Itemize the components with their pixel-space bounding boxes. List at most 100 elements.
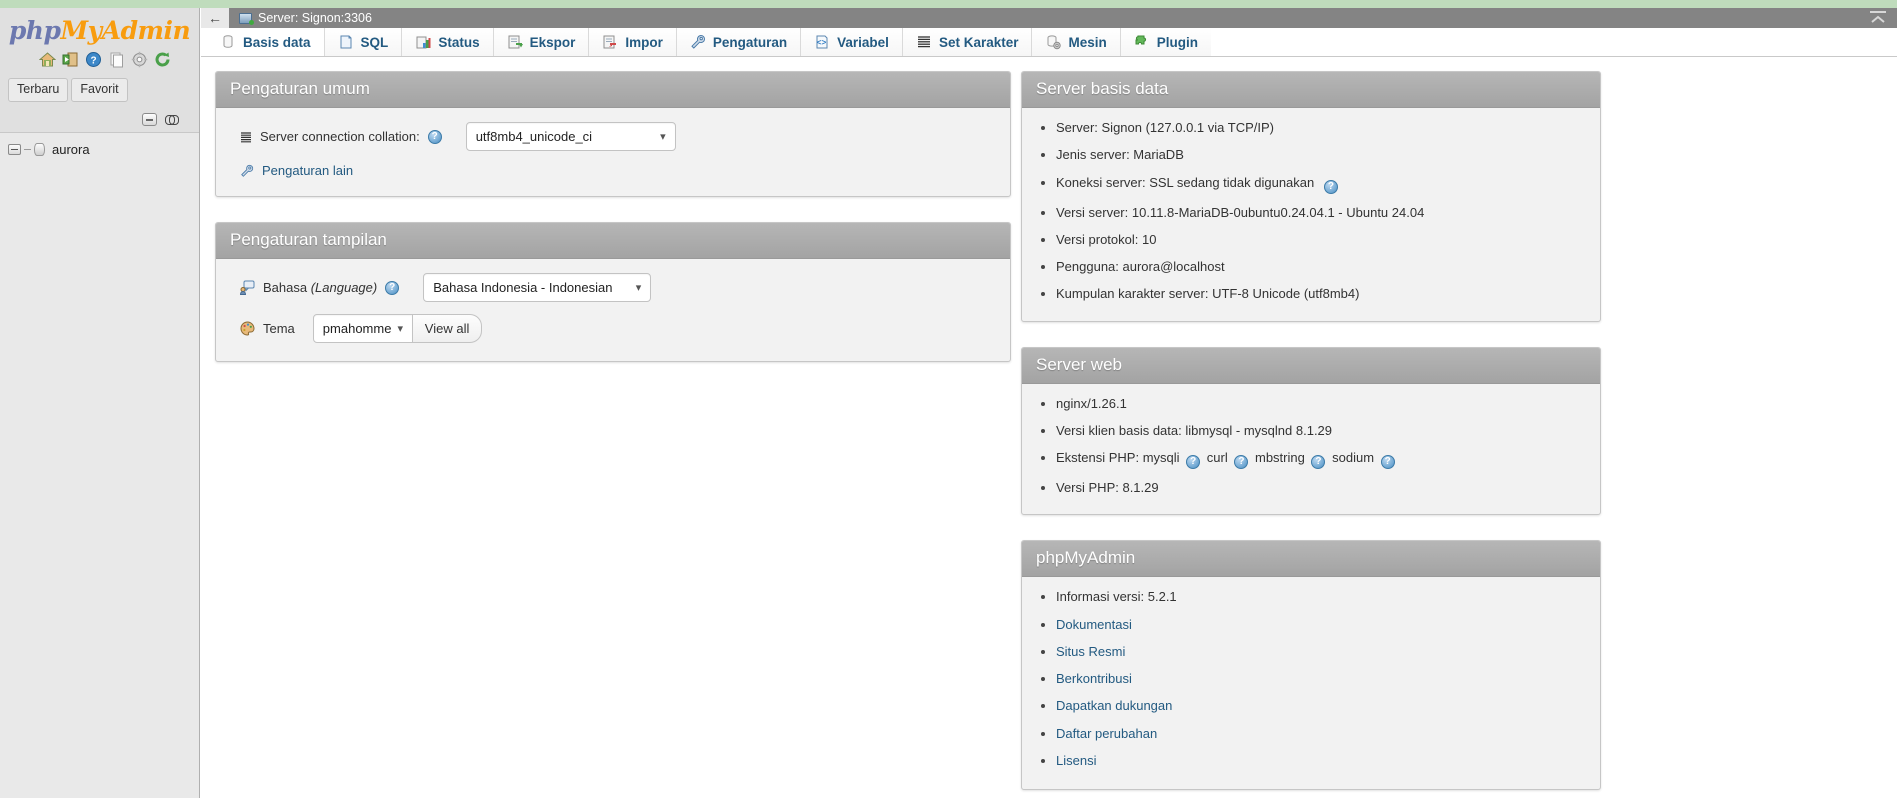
tab-mesin[interactable]: Mesin [1032,28,1121,56]
tab-ekspor[interactable]: Ekspor [493,28,590,56]
navigation-tree-controls [0,111,199,127]
navigation-panel: phpMyAdmin ? Terbaru Favorit aurora [0,8,200,798]
tree-item-label[interactable]: aurora [52,142,90,157]
link-changelog[interactable]: Daftar perubahan [1056,726,1157,741]
list-item: Server: Signon (127.0.0.1 via TCP/IP) [1056,120,1586,136]
link-with-main-panel-icon[interactable] [165,115,179,125]
database-icon [220,34,236,50]
list-item: Informasi versi: 5.2.1 [1056,589,1586,605]
link-official-site[interactable]: Situs Resmi [1056,644,1125,659]
list-item: Versi klien basis data: libmysql - mysql… [1056,423,1586,439]
nav-tab-favorite[interactable]: Favorit [71,78,128,102]
tab-label: Ekspor [529,34,576,50]
main-frame: ← Server: Signon:3306 Basis data SQL Sta… [201,8,1897,798]
help-icon[interactable]: ? [427,129,442,144]
panel-body: Server connection collation: ? utf8mb4_u… [216,108,1010,196]
code-document-icon: <> [814,34,830,50]
more-settings-link[interactable]: Pengaturan lain [262,163,353,178]
tab-label: Impor [625,34,663,50]
list-item[interactable]: Berkontribusi [1056,671,1586,687]
help-icon[interactable]: ? [1311,455,1326,469]
tab-label: Pengaturan [712,34,788,50]
list-item-php-extensions: Ekstensi PHP: mysqli ? curl ? mbstring ?… [1056,450,1586,469]
back-button[interactable]: ← [201,8,229,28]
collation-select[interactable]: utf8mb4_unicode_ci ▾ [465,122,676,151]
tab-pengaturan[interactable]: Pengaturan [676,28,802,56]
nav-tab-recent[interactable]: Terbaru [8,78,69,102]
list-item: Koneksi server: SSL sedang tidak digunak… [1056,175,1586,194]
list-item[interactable]: Lisensi [1056,753,1586,769]
theme-palette-icon [240,321,255,336]
list-item: Versi server: 10.11.8-MariaDB-0ubuntu0.2… [1056,205,1586,221]
panel-body: Informasi versi: 5.2.1 Dokumentasi Situs… [1022,577,1600,789]
navigation-database-tree: aurora [0,132,199,798]
logo-php-text: php [8,16,61,45]
chevron-down-icon: ▾ [635,282,642,294]
language-label: Bahasa (Language) [263,280,378,295]
php-ext-curl: curl [1206,450,1228,465]
server-title: Server: Signon:3306 [258,11,372,25]
help-icon[interactable]: ? [1323,179,1338,194]
tab-label: SQL [360,34,389,50]
tab-impor[interactable]: Impor [589,28,677,56]
panel-title: Pengaturan umum [216,72,1010,108]
tab-variabel[interactable]: <> Variabel [801,28,903,56]
expand-toggle-icon[interactable] [8,143,21,155]
link-get-support[interactable]: Dapatkan dukungan [1056,698,1172,713]
phpmyadmin-logo[interactable]: phpMyAdmin [0,8,199,43]
sql-document-icon [338,34,354,50]
right-column: Server basis data Server: Signon (127.0.… [1021,71,1601,798]
charset-lines-icon [916,34,932,50]
list-item[interactable]: Dapatkan dukungan [1056,698,1586,714]
list-item[interactable]: Dokumentasi [1056,617,1586,633]
panel-title: Pengaturan tampilan [216,223,1010,259]
collation-label: Server connection collation: [260,129,420,144]
link-license[interactable]: Lisensi [1056,753,1096,768]
home-icon[interactable] [38,51,56,68]
help-doc-icon[interactable]: ? [85,51,102,68]
settings-gear-icon[interactable] [131,51,148,68]
php-ext-prefix: Ekstensi PHP: mysqli [1056,450,1180,465]
help-icon[interactable]: ? [1186,455,1201,469]
theme-select[interactable]: pmahomme ▾ [312,314,413,343]
web-server-panel: Server web nginx/1.26.1 Versi klien basi… [1021,346,1601,516]
tree-row-aurora[interactable]: aurora [0,139,199,159]
tab-sql[interactable]: SQL [324,28,403,56]
help-icon[interactable]: ? [1380,455,1395,469]
tab-plugin[interactable]: Plugin [1120,28,1211,56]
collapse-panel-icon[interactable] [1867,10,1889,26]
logout-icon[interactable] [62,51,79,68]
tab-basis-data[interactable]: Basis data [207,28,325,56]
tab-label: Variabel [837,34,889,50]
tab-label: Mesin [1068,34,1107,50]
collapse-all-icon[interactable] [142,112,157,126]
charset-lines-icon [240,131,252,143]
tab-status[interactable]: Status [402,28,494,56]
appearance-settings-panel: Pengaturan tampilan Bahasa (Language) ? … [215,222,1011,362]
wrench-icon [690,34,706,50]
general-settings-panel: Pengaturan umum Server connection collat… [215,71,1011,197]
panel-body: Server: Signon (127.0.0.1 via TCP/IP) Je… [1022,108,1600,321]
link-contribute[interactable]: Berkontribusi [1056,671,1132,686]
help-icon[interactable]: ? [385,280,400,295]
php-ext-sodium: sodium [1332,450,1375,465]
doc-icon[interactable] [108,51,125,68]
tab-set-karakter[interactable]: Set Karakter [902,28,1033,56]
link-documentation[interactable]: Dokumentasi [1056,617,1132,632]
web-server-list: nginx/1.26.1 Versi klien basis data: lib… [1022,390,1586,503]
main-tab-bar: Basis data SQL Status Ekspor Impor Penga… [201,28,1897,57]
import-icon [602,34,618,50]
language-select[interactable]: Bahasa Indonesia - Indonesian ▾ [423,273,652,302]
theme-value: pmahomme [322,321,392,336]
svg-text:<>: <> [817,39,827,48]
svg-text:?: ? [90,56,96,67]
left-column: Pengaturan umum Server connection collat… [201,71,1011,798]
reload-icon[interactable] [154,51,171,68]
list-item[interactable]: Situs Resmi [1056,644,1586,660]
list-item: Kumpulan karakter server: UTF-8 Unicode … [1056,286,1586,302]
view-all-themes-button[interactable]: View all [412,314,483,343]
list-item[interactable]: Daftar perubahan [1056,726,1586,742]
server-icon [239,12,254,25]
plugin-puzzle-icon [1134,34,1150,50]
help-icon[interactable]: ? [1234,455,1249,469]
